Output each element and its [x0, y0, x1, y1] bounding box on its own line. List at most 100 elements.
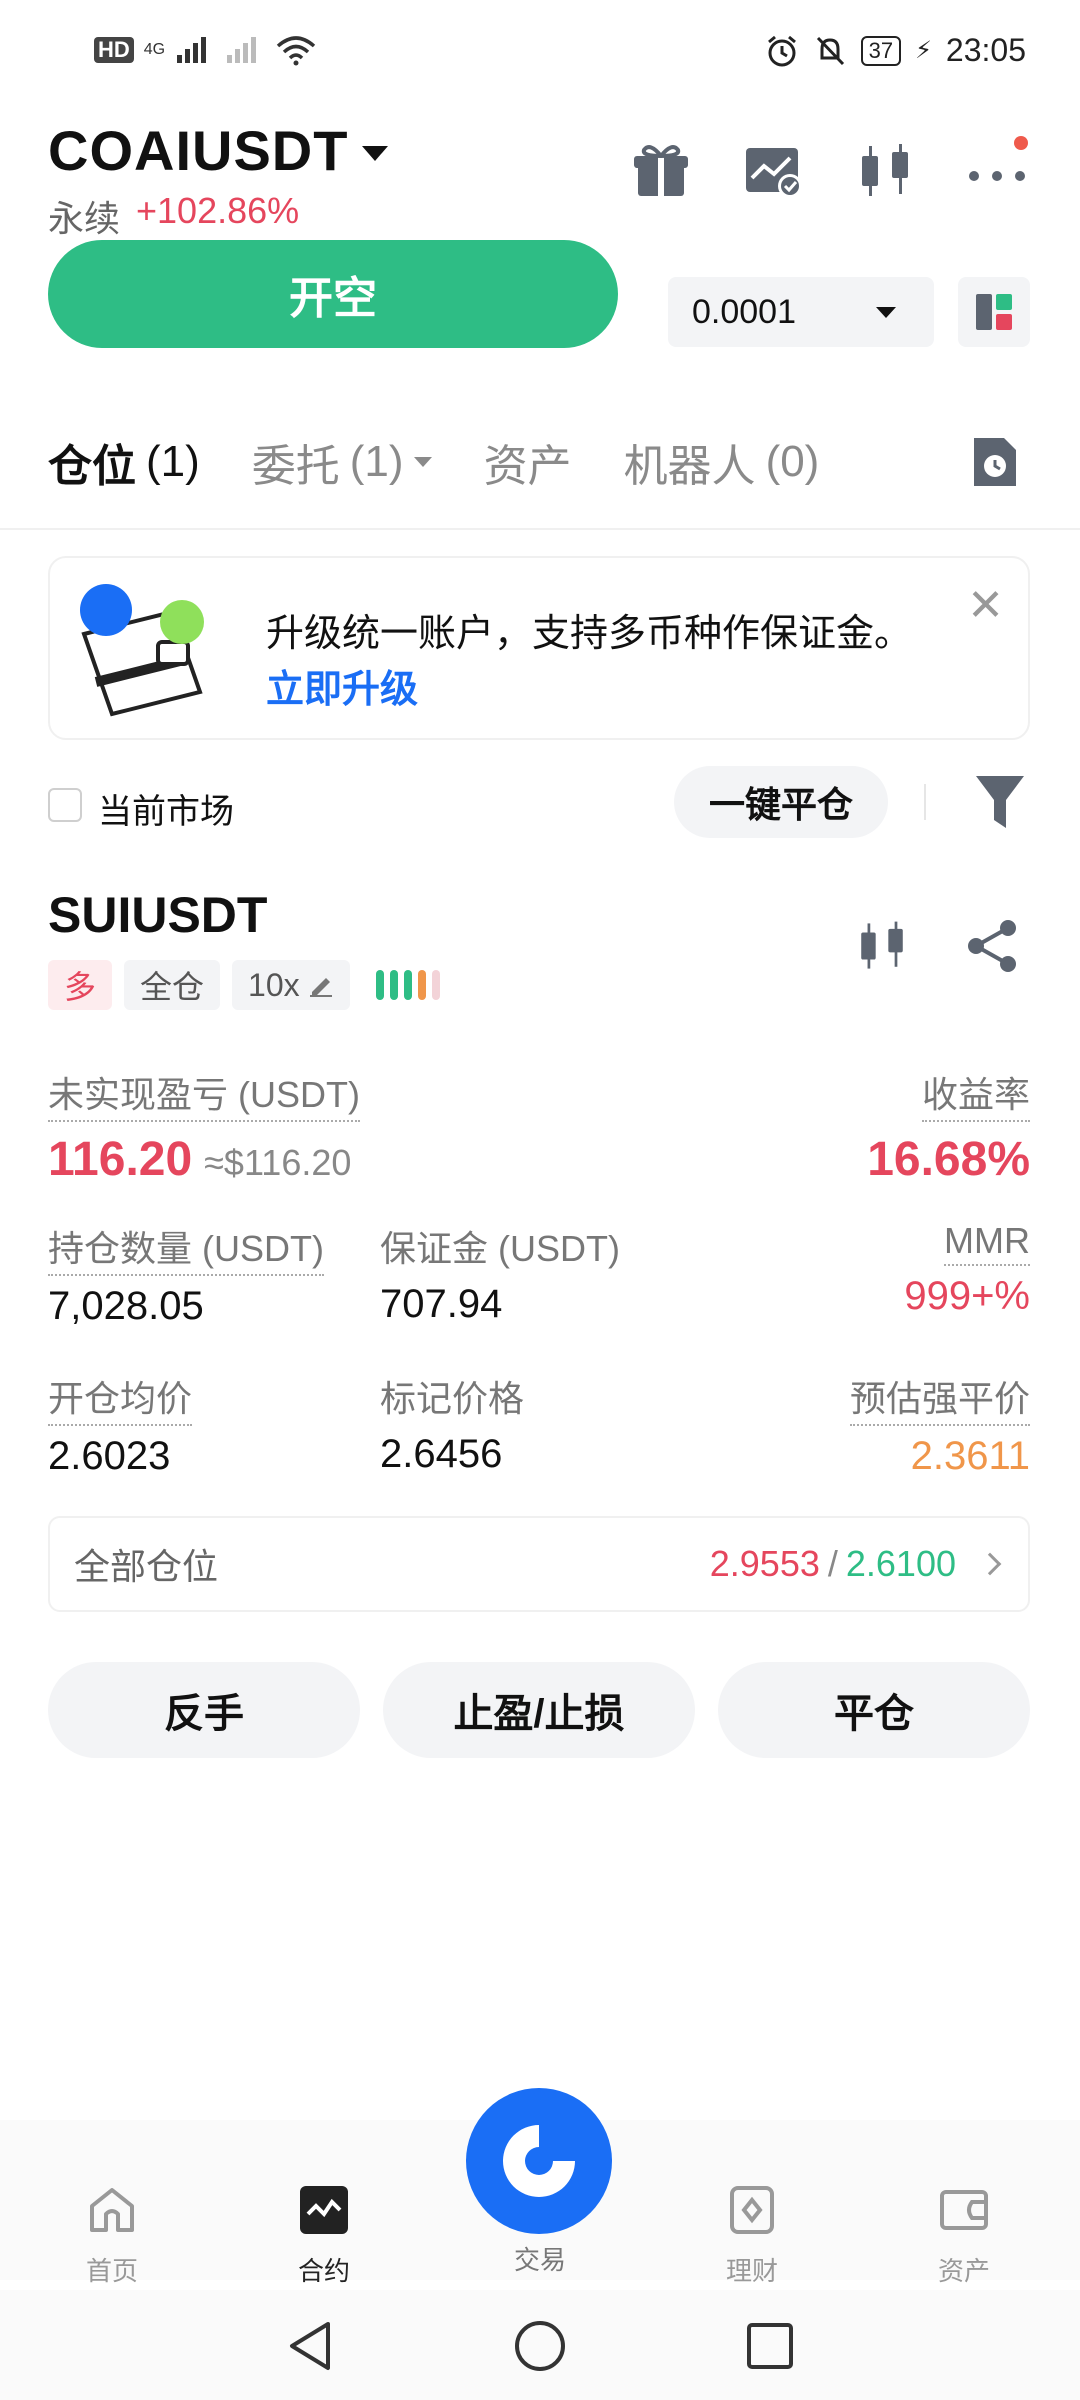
current-market-checkbox[interactable]: [48, 788, 82, 822]
risk-level-indicator: [375, 970, 440, 1000]
nav-assets[interactable]: 资产: [904, 2184, 1024, 2288]
tpsl-button[interactable]: 止盈/止损: [383, 1662, 695, 1758]
leverage-value: 10x: [248, 966, 300, 1003]
gift-icon[interactable]: [630, 140, 692, 202]
clock: 23:05: [945, 32, 1026, 68]
tab-count: (1): [146, 437, 200, 486]
layout-toggle-button[interactable]: [958, 277, 1030, 347]
share-icon[interactable]: [964, 918, 1020, 979]
position-size: 持仓数量 (USDT) 7,028.05: [48, 1220, 324, 1329]
wifi-icon: [276, 36, 316, 66]
tab-positions[interactable]: 仓位 (1): [48, 430, 200, 494]
nav-futures[interactable]: 合约: [264, 2184, 384, 2288]
caret-down-icon: [876, 306, 896, 318]
margin-label: 保证金 (USDT): [380, 1228, 620, 1269]
leverage-badge[interactable]: 10x: [232, 960, 350, 1010]
candlestick-icon[interactable]: [854, 918, 910, 979]
system-nav: [0, 2290, 1080, 2400]
edit-icon: [309, 978, 332, 997]
margin-mode-badge: 全仓: [124, 960, 221, 1010]
alarm-icon: [767, 35, 796, 66]
pair-selector[interactable]: COAIUSDT: [48, 118, 389, 183]
price-separator: /: [827, 1543, 838, 1584]
tab-label: 委托: [251, 442, 340, 491]
tab-label: 仓位: [48, 442, 136, 491]
separator: [924, 784, 926, 820]
tab-label: 资产: [483, 442, 572, 491]
entry-label[interactable]: 开仓均价: [48, 1370, 193, 1426]
trade-button[interactable]: [466, 2088, 612, 2234]
tab-bots[interactable]: 机器人 (0): [624, 430, 820, 494]
reverse-button[interactable]: 反手: [48, 1662, 360, 1758]
roe-value: 16.68%: [867, 1133, 1030, 1186]
tp-price: 2.9553: [709, 1543, 820, 1584]
all-positions-values: 2.9553 / 2.6100: [709, 1543, 1002, 1585]
tab-assets[interactable]: 资产: [484, 430, 572, 494]
trade-icon: [503, 2125, 575, 2197]
mmr: MMR 999+%: [904, 1220, 1030, 1319]
close-all-button[interactable]: 一键平仓: [674, 766, 888, 838]
caret-down-icon: [413, 457, 432, 467]
tab-count: (0): [765, 437, 820, 486]
chevron-right-icon: [978, 1552, 1002, 1576]
recents-icon[interactable]: [744, 2318, 796, 2374]
liquidation-price: 预估强平价 2.3611: [849, 1370, 1030, 1479]
position-symbol[interactable]: SUIUSDT: [48, 886, 267, 944]
battery-indicator: 37: [860, 35, 902, 66]
charging-icon: ⚡: [915, 37, 932, 64]
close-position-button[interactable]: 平仓: [718, 1662, 1030, 1758]
hd-badge: HD: [94, 37, 134, 63]
sl-price: 2.6100: [845, 1543, 956, 1584]
unrealized-pnl: 未实现盈亏 (USDT) 116.20 ≈$116.20: [48, 1066, 360, 1187]
mmr-label[interactable]: MMR: [944, 1220, 1030, 1266]
mute-icon: [816, 36, 844, 65]
size-value: 7,028.05: [48, 1284, 204, 1328]
liq-value: 2.3611: [910, 1434, 1030, 1478]
unrealized-pnl-label[interactable]: 未实现盈亏 (USDT): [48, 1066, 360, 1122]
mark-price: 标记价格 2.6456: [380, 1370, 524, 1477]
nav-earn[interactable]: 理财: [692, 2184, 812, 2288]
signal-off-icon: [227, 37, 257, 63]
roe-label[interactable]: 收益率: [921, 1066, 1030, 1122]
nav-label: 交易: [513, 2245, 566, 2275]
filter-row: 当前市场 一键平仓: [48, 760, 1030, 844]
status-bar: HD 4G 37 ⚡ 23:05: [0, 0, 1080, 110]
all-positions-row[interactable]: 全部仓位 2.9553 / 2.6100: [48, 1516, 1030, 1612]
entry-price: 开仓均价 2.6023: [48, 1370, 193, 1479]
status-right: 37 ⚡ 23:05: [765, 32, 1026, 69]
futures-icon: [300, 2186, 348, 2234]
position-tabs: 仓位 (1) 委托 (1) 资产 机器人 (0): [48, 430, 819, 494]
size-label[interactable]: 持仓数量 (USDT): [48, 1220, 324, 1276]
nav-home[interactable]: 首页: [52, 2184, 172, 2288]
upgrade-banner[interactable]: 升级统一账户，支持多币种作保证金。 立即升级 ✕: [48, 556, 1030, 740]
upgrade-link[interactable]: 立即升级: [266, 658, 418, 713]
price-change: +102.86%: [136, 190, 300, 231]
current-market-label: 当前市场: [98, 793, 234, 831]
nav-label: 合约: [297, 2256, 350, 2286]
notification-dot: [1014, 136, 1028, 150]
wallet-illustration: [80, 584, 204, 717]
unrealized-pnl-row: 116.20 ≈$116.20: [48, 1132, 360, 1187]
back-icon[interactable]: [284, 2318, 336, 2374]
home-icon: [90, 2188, 134, 2232]
candlestick-icon[interactable]: [854, 140, 916, 202]
caret-down-icon: [362, 146, 389, 161]
position-tags: 多 全仓 10x: [48, 960, 440, 1010]
contract-type: 永续: [48, 198, 121, 239]
filter-icon[interactable]: [974, 772, 1026, 837]
home-circle-icon[interactable]: [512, 2318, 568, 2374]
tab-count: (1): [349, 437, 404, 486]
open-short-button[interactable]: 开空: [48, 240, 618, 348]
chart-check-icon[interactable]: [742, 140, 804, 202]
history-icon[interactable]: [970, 434, 1020, 495]
quantity-value: 0.0001: [692, 292, 796, 331]
nav-label: 理财: [725, 2256, 778, 2286]
tab-orders[interactable]: 委托 (1): [252, 430, 432, 494]
earn-icon: [730, 2186, 774, 2234]
all-positions-label: 全部仓位: [74, 1546, 219, 1587]
mmr-value: 999+%: [904, 1274, 1030, 1318]
quantity-select[interactable]: 0.0001: [668, 277, 934, 347]
more-icon[interactable]: [966, 136, 1028, 202]
close-icon[interactable]: ✕: [967, 584, 1004, 628]
liq-label[interactable]: 预估强平价: [849, 1370, 1030, 1426]
